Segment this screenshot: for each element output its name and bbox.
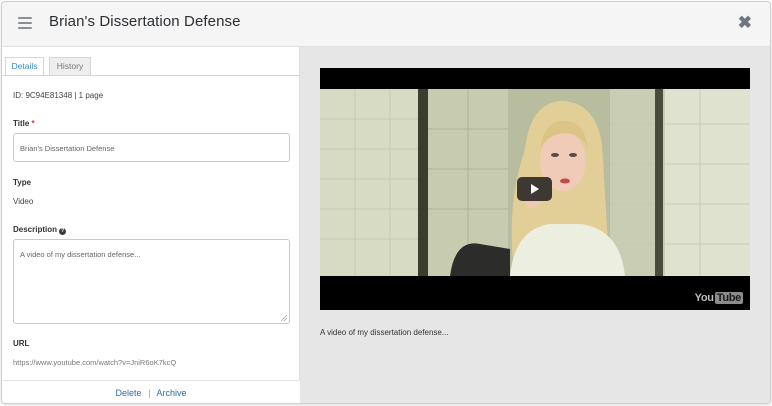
description-textarea[interactable]: A video of my dissertation defense...: [13, 239, 290, 324]
description-text: A video of my dissertation defense...: [20, 250, 141, 259]
url-value: https://www.youtube.com/watch?v=JniR6oK7…: [13, 358, 177, 367]
resize-grip-icon[interactable]: [281, 315, 287, 321]
hamburger-icon[interactable]: [18, 17, 32, 29]
required-marker: *: [31, 119, 35, 128]
modal-title: Brian's Dissertation Defense: [49, 13, 241, 30]
preview-panel: You Tube A video of my dissertation defen…: [300, 47, 770, 403]
panel-footer: Delete | Archive: [2, 380, 300, 403]
modal-header: Brian's Dissertation Defense ✖: [2, 2, 770, 47]
play-icon[interactable]: [517, 177, 552, 201]
close-icon[interactable]: ✖: [738, 13, 752, 33]
help-icon[interactable]: ?: [59, 228, 67, 235]
type-value: Video: [13, 197, 34, 206]
delete-link[interactable]: Delete: [116, 388, 142, 398]
url-label: URL: [13, 339, 30, 348]
asset-id: ID: 9C94E81348 | 1 page: [13, 91, 104, 100]
tab-details[interactable]: Details: [5, 57, 44, 75]
video-player[interactable]: You Tube: [320, 68, 750, 310]
youtube-logo: You Tube: [694, 292, 743, 304]
description-label: Description?: [13, 225, 67, 235]
asset-modal: Brian's Dissertation Defense ✖ Details H…: [1, 1, 771, 404]
type-label: Type: [13, 178, 32, 187]
video-caption: A video of my dissertation defense...: [320, 328, 449, 337]
details-panel: Details History ID: 9C94E81348 | 1 page …: [2, 47, 300, 403]
archive-link[interactable]: Archive: [156, 388, 186, 398]
title-input[interactable]: Brian's Dissertation Defense: [13, 133, 290, 162]
tab-divider: [2, 75, 300, 76]
footer-separator: |: [148, 388, 151, 398]
title-label: Title *: [13, 119, 35, 128]
tab-history[interactable]: History: [49, 57, 91, 75]
